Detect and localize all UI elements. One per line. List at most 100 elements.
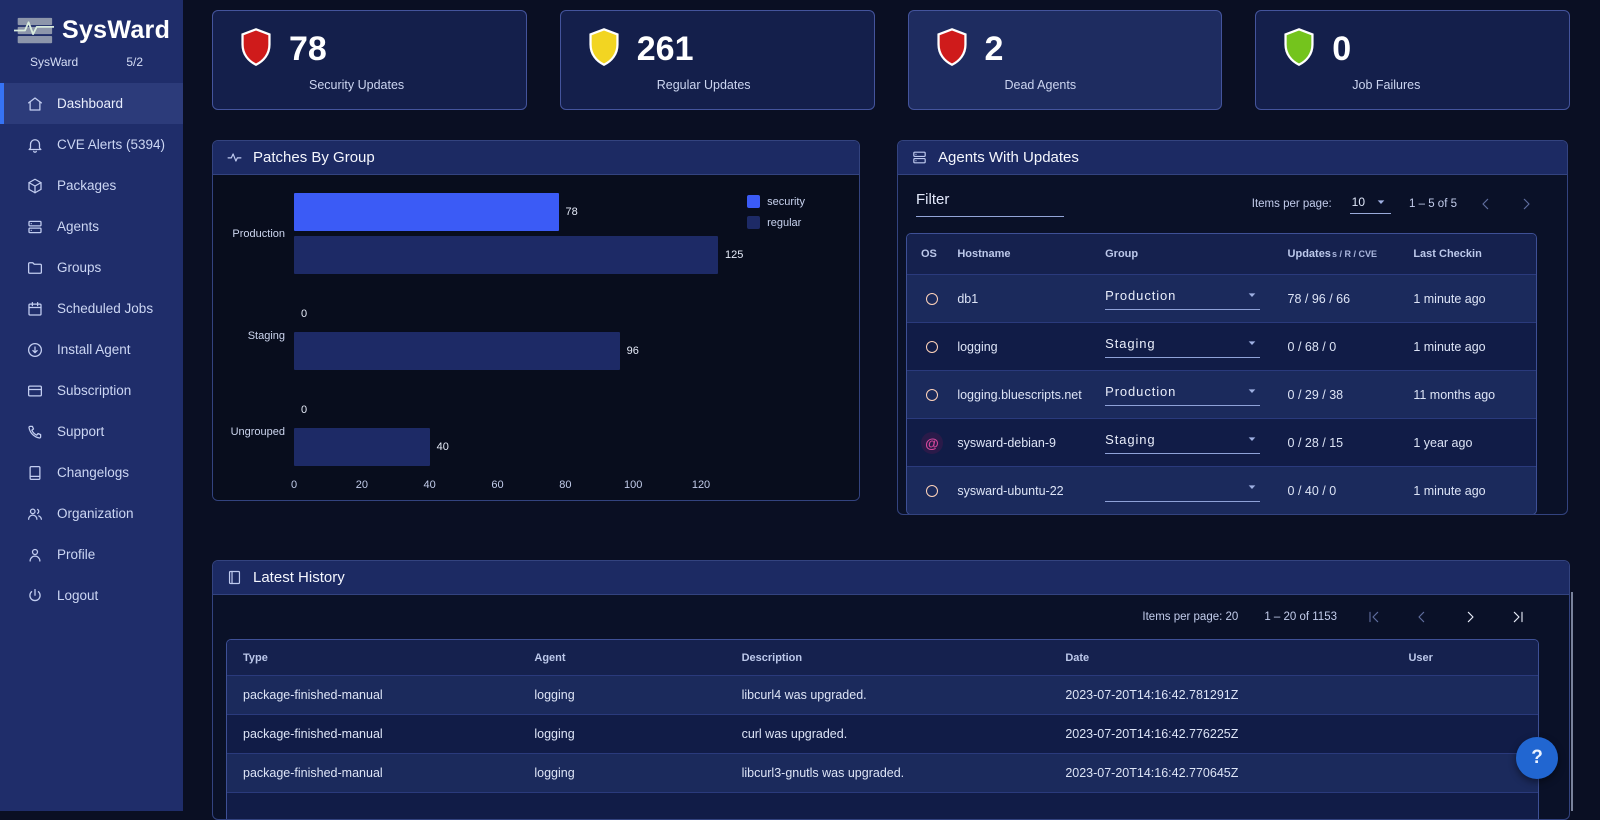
agent-row-sysward-ubuntu-22: sysward-ubuntu-220 / 40 / 01 minute ago — [907, 466, 1536, 514]
history-date: 2023-07-20T14:16:42.776225Z — [1065, 727, 1408, 741]
history-description: libcurl3-gnutls was upgraded. — [742, 766, 1066, 780]
agent-updates: 78 / 96 / 66 — [1288, 292, 1414, 306]
filter-input[interactable]: Filter — [916, 191, 1064, 217]
history-type: package-finished-manual — [243, 766, 534, 780]
sidebar-item-profile[interactable]: Profile — [0, 534, 183, 575]
stat-label: Job Failures — [1352, 78, 1569, 92]
col-agent: Agent — [534, 652, 741, 664]
col-os: OS — [907, 248, 957, 260]
chevron-down-icon — [1244, 383, 1260, 399]
bar-value-label: 40 — [437, 441, 449, 453]
agents-with-updates-panel: Agents With Updates Filter Items per pag… — [897, 140, 1568, 515]
stat-card-job-failures: 0Job Failures — [1255, 10, 1570, 110]
next-page-button[interactable] — [1515, 193, 1537, 215]
chevron-down-icon — [1244, 431, 1260, 447]
prev-page-button[interactable] — [1475, 193, 1497, 215]
sidebar-item-label: Groups — [57, 260, 101, 275]
agent-last-checkin: 1 minute ago — [1413, 292, 1536, 306]
group-select-db1[interactable]: Production — [1105, 287, 1260, 310]
prev-page-button[interactable] — [1411, 606, 1433, 628]
agent-hostname: sysward-debian-9 — [957, 436, 1105, 450]
home-icon — [26, 95, 44, 113]
sidebar-item-dashboard[interactable]: Dashboard — [0, 83, 183, 124]
scrollbar[interactable] — [1571, 592, 1573, 811]
org-meta: 5/2 — [126, 55, 143, 69]
sidebar-item-label: Changelogs — [57, 465, 129, 480]
legend-swatch — [747, 216, 760, 229]
history-table: Type Agent Description Date User package… — [226, 639, 1539, 820]
sidebar-item-packages[interactable]: Packages — [0, 165, 183, 206]
items-per-page-value: 10 — [1352, 195, 1365, 209]
sidebar-item-label: Agents — [57, 219, 99, 234]
chart-group-ungrouped: Ungrouped040 — [213, 397, 859, 466]
sidebar-item-label: Dashboard — [57, 96, 123, 111]
org-row: SysWard 5/2 — [0, 49, 183, 69]
shield-icon — [239, 27, 273, 72]
sidebar-item-groups[interactable]: Groups — [0, 247, 183, 288]
activity-icon — [226, 149, 243, 166]
sidebar-item-agents[interactable]: Agents — [0, 206, 183, 247]
history-description: curl was upgraded. — [742, 727, 1066, 741]
sidebar-item-cve-alerts-5394[interactable]: CVE Alerts (5394) — [0, 124, 183, 165]
items-per-page-select[interactable]: 10 — [1350, 194, 1391, 214]
sidebar-item-label: Profile — [57, 547, 95, 562]
main-content: 78Security Updates261Regular Updates2Dea… — [183, 0, 1600, 811]
history-table-body: package-finished-manuallogginglibcurl4 w… — [227, 675, 1538, 820]
agent-hostname: sysward-ubuntu-22 — [957, 484, 1105, 498]
group-select-sysward-ubuntu-22[interactable] — [1105, 479, 1260, 502]
app-title: SysWard — [62, 16, 170, 45]
shield-icon — [1282, 27, 1316, 72]
x-tick: 100 — [624, 479, 642, 491]
bar-regular-production — [294, 236, 718, 274]
sidebar-item-scheduled-jobs[interactable]: Scheduled Jobs — [0, 288, 183, 329]
agent-hostname: logging.bluescripts.net — [957, 388, 1105, 402]
sidebar-item-changelogs[interactable]: Changelogs — [0, 452, 183, 493]
calendar-icon — [26, 300, 44, 318]
history-row: package-finished-manualloggingcurl was u… — [227, 714, 1538, 753]
chart-category-label: Ungrouped — [213, 426, 285, 438]
sidebar-item-label: Logout — [57, 588, 98, 603]
chevron-down-icon — [1244, 287, 1260, 303]
chart-x-axis: 020406080100120 — [294, 479, 701, 493]
sysward-logo-icon — [14, 16, 54, 45]
sidebar-item-organization[interactable]: Organization — [0, 493, 183, 534]
group-select-logging-bluescripts-net[interactable]: Production — [1105, 383, 1260, 406]
bell-icon — [26, 136, 44, 154]
col-user: User — [1408, 652, 1538, 664]
panel-title: Patches By Group — [253, 149, 375, 166]
chart-category-label: Production — [213, 228, 285, 240]
sidebar-item-support[interactable]: Support — [0, 411, 183, 452]
last-page-button[interactable] — [1507, 606, 1529, 628]
shield-icon — [587, 27, 621, 72]
history-pagination: Items per page: 20 1 – 20 of 1153 — [213, 595, 1569, 639]
chart-category-label: Staging — [213, 330, 285, 342]
agent-last-checkin: 1 year ago — [1413, 436, 1536, 450]
history-date: 2023-07-20T14:16:42.770645Z — [1065, 766, 1408, 780]
x-tick: 120 — [692, 479, 710, 491]
sidebar-item-subscription[interactable]: Subscription — [0, 370, 183, 411]
agents-table: OS Hostname Group Updatess / R / CVE Las… — [906, 233, 1537, 515]
ubuntu-logo-icon — [921, 288, 943, 310]
group-select-logging[interactable]: Staging — [1105, 335, 1260, 358]
group-select-sysward-debian-9[interactable]: Staging — [1105, 431, 1260, 454]
chart-bars: Production78125Staging096Ungrouped040 — [213, 193, 859, 466]
chart-group-staging: Staging096 — [213, 301, 859, 370]
history-agent: logging — [534, 727, 741, 741]
next-page-button[interactable] — [1459, 606, 1481, 628]
x-tick: 20 — [356, 479, 368, 491]
panel-title: Latest History — [253, 569, 345, 586]
ubuntu-logo-icon — [921, 384, 943, 406]
stat-value: 2 — [985, 32, 1004, 66]
agent-row-logging: loggingStaging0 / 68 / 01 minute ago — [907, 322, 1536, 370]
history-row: package-finished-manuallogginglibcurl4 w… — [227, 675, 1538, 714]
col-date: Date — [1065, 652, 1408, 664]
agent-last-checkin: 1 minute ago — [1413, 340, 1536, 354]
sidebar-item-install-agent[interactable]: Install Agent — [0, 329, 183, 370]
panel-header: Latest History — [213, 561, 1569, 595]
group-value: Staging — [1105, 432, 1155, 447]
panel-header: Patches By Group — [213, 141, 859, 175]
col-hostname: Hostname — [957, 248, 1105, 260]
sidebar-item-logout[interactable]: Logout — [0, 575, 183, 616]
help-button[interactable]: ? — [1516, 737, 1558, 779]
first-page-button[interactable] — [1363, 606, 1385, 628]
